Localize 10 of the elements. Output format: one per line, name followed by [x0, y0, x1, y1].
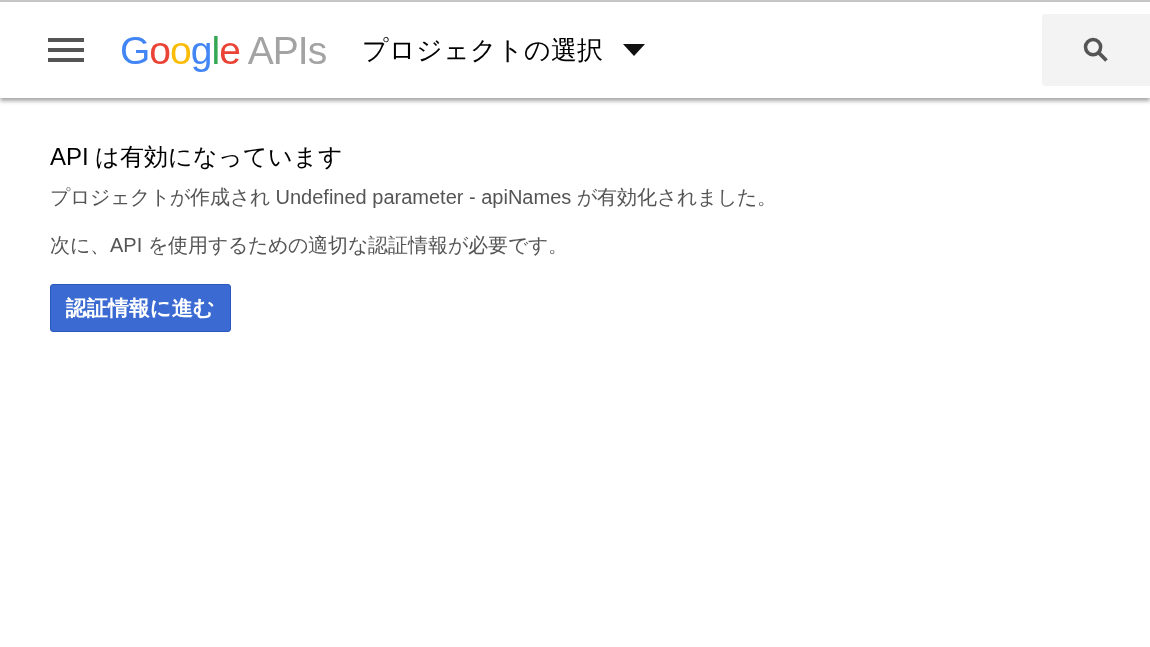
- body-text: プロジェクトが作成され Undefined parameter - apiNames が有効化されました。: [50, 185, 777, 210]
- menu-icon[interactable]: [48, 38, 84, 62]
- caret-icon: [623, 44, 646, 56]
- page-heading: API は有効になっています: [50, 142, 344, 172]
- logo[interactable]: Google APIs: [120, 30, 327, 70]
- search-button[interactable]: [1042, 14, 1150, 86]
- search-icon: [1082, 36, 1110, 64]
- body-text: 次に、API を使用するための適切な認証情報が必要です。: [50, 233, 568, 258]
- continue-button[interactable]: 認証情報に進む: [50, 284, 231, 332]
- project-selector[interactable]: プロジェクトの選択: [362, 30, 646, 70]
